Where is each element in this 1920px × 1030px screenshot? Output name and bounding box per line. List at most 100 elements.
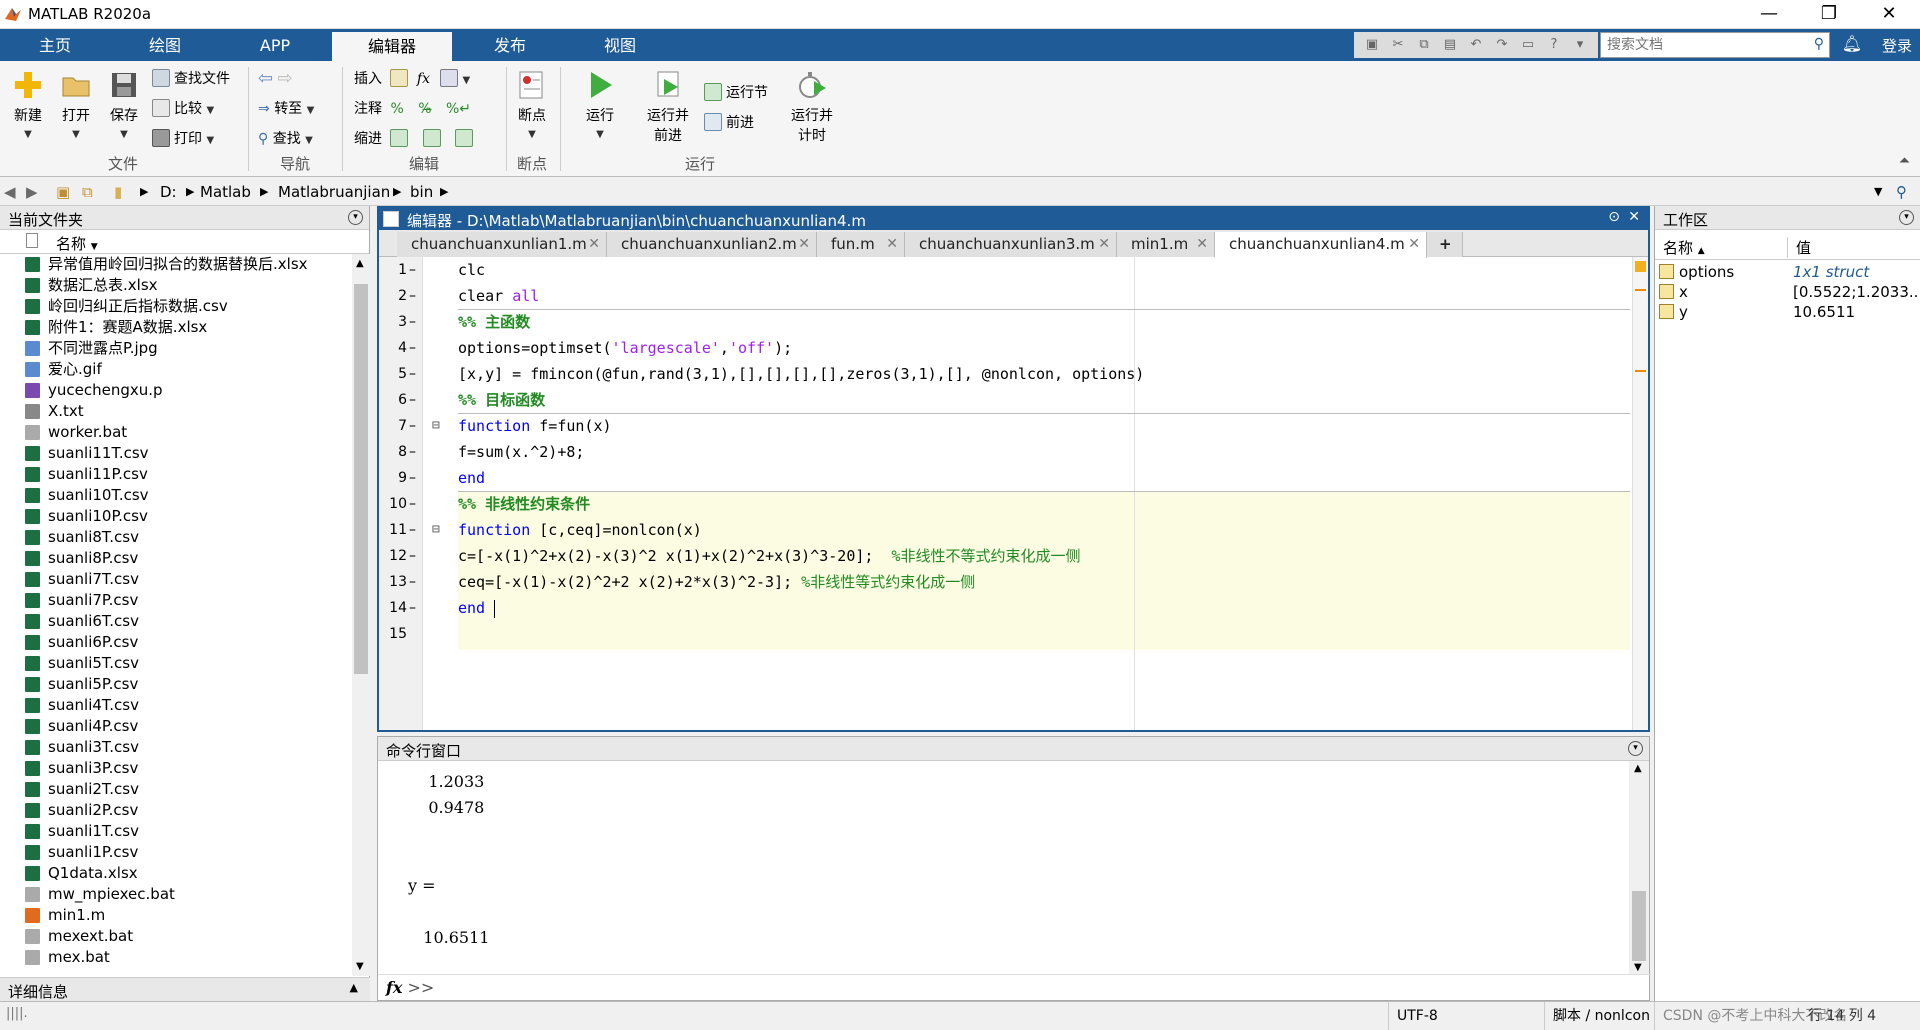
advance-button[interactable]: 前进	[704, 111, 754, 135]
run-section-button[interactable]: 运行节	[704, 81, 768, 105]
column-name[interactable]: 名称 ▼	[56, 233, 98, 254]
code-line[interactable]: 15	[379, 621, 1629, 647]
tab-plots[interactable]: 绘图	[110, 29, 220, 61]
breakpoint-gutter-marker[interactable]: –	[409, 517, 416, 543]
uncomment-icon[interactable]: %̶	[418, 101, 431, 117]
command-scrollbar[interactable]: ▲ ▼	[1629, 761, 1649, 975]
tab-apps[interactable]: APP	[220, 29, 330, 61]
breakpoint-gutter-marker[interactable]: –	[409, 543, 416, 569]
warning-marker[interactable]	[1635, 289, 1646, 291]
forward-arrow-icon[interactable]: ▶	[26, 183, 38, 201]
code-line[interactable]: 10– %% 非线性约束条件	[379, 491, 1629, 517]
file-list-item[interactable]: X.txt	[0, 401, 352, 422]
details-panel-header[interactable]: 详细信息 ▲	[0, 977, 370, 1001]
breakpoint-gutter-marker[interactable]: –	[409, 569, 416, 595]
code-analyzer-indicator-icon[interactable]	[1635, 261, 1646, 272]
file-list-item[interactable]: 数据汇总表.xlsx	[0, 275, 352, 296]
warning-marker[interactable]	[1635, 370, 1646, 372]
close-window-button[interactable]: ✕	[1860, 0, 1918, 29]
breadcrumb-matlab[interactable]: Matlab	[200, 183, 251, 201]
search-icon[interactable]: ⚲	[1814, 36, 1824, 52]
restore-button[interactable]: ❐	[1800, 0, 1858, 29]
file-list-item[interactable]: suanli4P.csv	[0, 716, 352, 737]
breakpoint-gutter-marker[interactable]: –	[409, 361, 416, 387]
editor-tab-chuanchuanxunlian4[interactable]: chuanchuanxunlian4.m ✕	[1215, 232, 1427, 258]
file-list-item[interactable]: suanli2T.csv	[0, 779, 352, 800]
run-and-advance-button[interactable]: 运行并 前进	[640, 69, 696, 145]
breadcrumb-d[interactable]: D:	[160, 183, 177, 201]
address-dropdown-icon[interactable]: ▼	[1874, 185, 1882, 198]
arrow-right-icon[interactable]: ⇨	[278, 68, 293, 89]
arrow-left-icon[interactable]: ⇦	[258, 68, 273, 89]
up-folder-icon[interactable]: ▣	[56, 183, 70, 201]
breakpoint-gutter-marker[interactable]: –	[409, 439, 416, 465]
insert-button[interactable]: 插入 fx ▼	[354, 67, 470, 91]
editor-tab-min1[interactable]: min1.m ✕	[1117, 232, 1215, 257]
file-list-item[interactable]: worker.bat	[0, 422, 352, 443]
search-folder-icon[interactable]: ⚲	[1896, 183, 1907, 201]
code-line[interactable]: 12– c=[-x(1)^2+x(2)-x(3)^2 x(1)+x(2)^2+x(…	[379, 543, 1629, 569]
file-list-item[interactable]: mex.bat	[0, 947, 352, 968]
code-line[interactable]: 7– ⊟ function f=fun(x)	[379, 413, 1629, 439]
code-line[interactable]: 1– clc	[379, 257, 1629, 283]
wrap-comments-icon[interactable]: %↵	[446, 101, 471, 117]
close-tab-icon[interactable]: ✕	[1196, 232, 1208, 256]
dropdown-icon[interactable]: ▾	[1568, 34, 1592, 56]
editor-tab-chuanchuanxunlian2[interactable]: chuanchuanxunlian2.m ✕	[607, 232, 817, 257]
file-list-item[interactable]: 不同泄露点P.jpg	[0, 338, 352, 359]
breakpoint-gutter-marker[interactable]: –	[409, 283, 416, 309]
panel-menu-icon[interactable]: ▾	[1899, 210, 1914, 225]
file-list-item[interactable]: suanli1P.csv	[0, 842, 352, 863]
open-button[interactable]: 打开 ▼	[56, 69, 96, 141]
file-list-item[interactable]: suanli7P.csv	[0, 590, 352, 611]
file-list-item[interactable]: Q1data.xlsx	[0, 863, 352, 884]
paste-icon[interactable]: ▤	[1438, 34, 1462, 56]
breakpoints-button[interactable]: 断点 ▼	[512, 69, 552, 141]
fx-icon[interactable]: fx	[417, 71, 430, 87]
goto-button[interactable]: ⇒ 转至 ▼	[258, 97, 314, 121]
code-line[interactable]: 6– %% 目标函数	[379, 387, 1629, 413]
fold-collapse-icon[interactable]: ⊟	[432, 413, 440, 439]
workspace-variable-row[interactable]: x [0.5522;1.2033...	[1655, 282, 1920, 302]
file-list-item[interactable]: suanli3T.csv	[0, 737, 352, 758]
save-icon[interactable]: ▣	[1360, 34, 1384, 56]
back-forward-buttons[interactable]: ⇦ ⇨	[258, 67, 293, 91]
editor-scrollbar[interactable]	[1632, 257, 1648, 730]
file-list-item[interactable]: suanli6P.csv	[0, 632, 352, 653]
save-button[interactable]: 保存 ▼	[104, 69, 144, 141]
add-tab-button[interactable]: +	[1427, 232, 1463, 257]
run-button[interactable]: 运行 ▼	[580, 69, 620, 141]
back-arrow-icon[interactable]: ◀	[4, 183, 16, 201]
scroll-down-icon[interactable]: ▼	[356, 961, 364, 972]
tab-publish[interactable]: 发布	[455, 29, 565, 61]
file-list-item[interactable]: 岭回归纠正后指标数据.csv	[0, 296, 352, 317]
editor-tab-chuanchuanxunlian3[interactable]: chuanchuanxunlian3.m ✕	[905, 232, 1117, 257]
file-list-item[interactable]: suanli4T.csv	[0, 695, 352, 716]
workspace-variable-row[interactable]: y 10.6511	[1655, 302, 1920, 322]
breakpoint-gutter-marker[interactable]: –	[409, 413, 416, 439]
editor-tab-chuanchuanxunlian1[interactable]: chuanchuanxunlian1.m ✕	[397, 232, 607, 257]
code-line[interactable]: 3– %% 主函数	[379, 309, 1629, 335]
compare-button[interactable]: 比较 ▼	[152, 97, 214, 121]
breakpoint-gutter-marker[interactable]: –	[409, 595, 416, 621]
print-button[interactable]: 打印 ▼	[152, 127, 214, 151]
run-and-time-button[interactable]: 运行并 计时	[784, 69, 840, 145]
breadcrumb-bin[interactable]: bin	[410, 183, 433, 201]
new-button[interactable]: 新建 ▼	[8, 69, 48, 141]
login-button[interactable]: 登录	[1882, 35, 1912, 56]
workspace-col-value[interactable]: 值	[1787, 237, 1811, 258]
code-line[interactable]: 11– ⊟ function [c,ceq]=nonlcon(x)	[379, 517, 1629, 543]
file-list-item[interactable]: suanli8P.csv	[0, 548, 352, 569]
code-line[interactable]: 8– f=sum(x.^2)+8;	[379, 439, 1629, 465]
fx-icon[interactable]: fx	[386, 978, 402, 997]
file-list-item[interactable]: yucechengxu.p	[0, 380, 352, 401]
fold-collapse-icon[interactable]: ⊟	[432, 517, 440, 543]
file-list-item[interactable]: suanli3P.csv	[0, 758, 352, 779]
minimize-button[interactable]: —	[1740, 0, 1798, 29]
breakpoint-gutter-marker[interactable]: –	[409, 465, 416, 491]
breakpoint-gutter-marker[interactable]: –	[409, 491, 416, 517]
breakpoint-gutter-marker[interactable]: –	[409, 309, 416, 335]
workspace-col-name[interactable]: 名称 ▲	[1663, 239, 1705, 257]
decrease-indent-icon[interactable]	[455, 129, 474, 147]
file-list-item[interactable]: suanli7T.csv	[0, 569, 352, 590]
